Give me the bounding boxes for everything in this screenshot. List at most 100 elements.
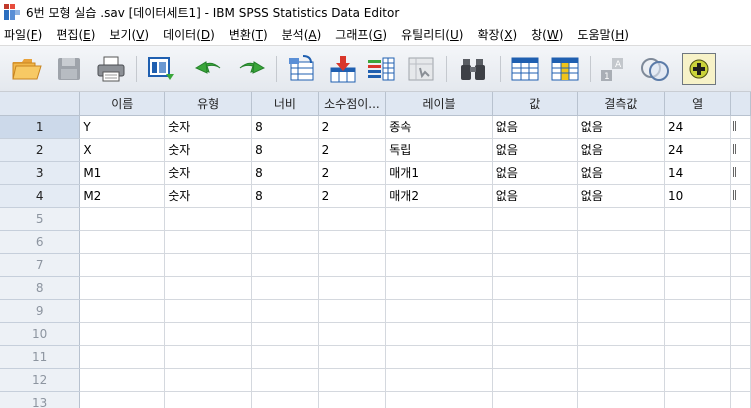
save-icon[interactable] xyxy=(52,53,86,85)
goto-variable-icon[interactable] xyxy=(326,53,360,85)
grid-cell[interactable] xyxy=(318,322,387,346)
grid-cell[interactable] xyxy=(492,391,578,408)
grid-cell[interactable] xyxy=(79,253,166,277)
grid-cell[interactable] xyxy=(385,299,493,323)
grid-cell[interactable] xyxy=(577,345,665,369)
grid-corner[interactable] xyxy=(0,92,81,116)
grid-cell[interactable] xyxy=(577,207,665,231)
row-number[interactable]: 3 xyxy=(0,161,81,185)
grid-cell[interactable] xyxy=(318,368,387,392)
grid-cell[interactable] xyxy=(251,230,319,254)
grid-cell[interactable]: Y xyxy=(79,115,166,139)
grid-cell[interactable] xyxy=(79,207,166,231)
grid-cell[interactable] xyxy=(577,368,665,392)
grid-cell[interactable] xyxy=(664,391,732,408)
grid-cell[interactable] xyxy=(385,368,493,392)
grid-cell[interactable] xyxy=(251,368,319,392)
grid-cell[interactable] xyxy=(79,345,166,369)
grid-cell[interactable]: 독립 xyxy=(385,138,493,162)
row-number[interactable]: 6 xyxy=(0,230,81,254)
grid-cell[interactable] xyxy=(318,391,387,408)
grid-cell[interactable]: 10 xyxy=(664,184,732,208)
grid-cell[interactable]: X xyxy=(79,138,166,162)
grid-cell[interactable]: 2 xyxy=(318,161,387,185)
column-header-overflow[interactable] xyxy=(730,92,751,116)
grid-cell[interactable] xyxy=(79,391,166,408)
grid-cell[interactable] xyxy=(164,345,253,369)
grid-cell-overflow[interactable] xyxy=(730,391,751,408)
grid-cell-overflow[interactable] xyxy=(730,299,751,323)
grid-cell[interactable] xyxy=(79,368,166,392)
grid-cell[interactable]: 숫자 xyxy=(164,115,253,139)
row-number[interactable]: 8 xyxy=(0,276,81,300)
grid-cell[interactable] xyxy=(164,253,253,277)
row-number[interactable]: 7 xyxy=(0,253,81,277)
menu-item-e[interactable]: 편집(E) xyxy=(56,26,103,43)
grid-cell[interactable] xyxy=(164,322,253,346)
grid-cell[interactable]: 숫자 xyxy=(164,138,253,162)
grid-cell[interactable] xyxy=(664,230,732,254)
grid-cell-overflow[interactable] xyxy=(730,276,751,300)
grid-cell-overflow[interactable] xyxy=(730,322,751,346)
column-header[interactable]: 너비 xyxy=(251,92,319,116)
grid-cell[interactable] xyxy=(385,322,493,346)
open-folder-icon[interactable] xyxy=(10,53,44,85)
undo-icon[interactable] xyxy=(192,53,226,85)
grid-cell[interactable]: 매개1 xyxy=(385,161,493,185)
grid-cell[interactable] xyxy=(664,299,732,323)
grid-cell[interactable] xyxy=(251,322,319,346)
row-number[interactable]: 13 xyxy=(0,391,81,408)
grid-cell[interactable] xyxy=(251,391,319,408)
grid-cell[interactable] xyxy=(664,368,732,392)
grid-cell[interactable]: M2 xyxy=(79,184,166,208)
grid-cell[interactable] xyxy=(492,368,578,392)
grid-cell[interactable]: 8 xyxy=(251,115,319,139)
grid-cell[interactable]: 숫자 xyxy=(164,161,253,185)
grid-cell-overflow[interactable] xyxy=(730,184,751,208)
grid-cell[interactable] xyxy=(577,276,665,300)
grid-cell[interactable] xyxy=(318,276,387,300)
grid-cell[interactable] xyxy=(385,391,493,408)
grid-cell[interactable] xyxy=(492,322,578,346)
redo-icon[interactable] xyxy=(234,53,268,85)
column-header[interactable]: 열 xyxy=(664,92,732,116)
run-descriptives-icon[interactable] xyxy=(404,53,438,85)
grid-cell-overflow[interactable] xyxy=(730,230,751,254)
grid-cell[interactable]: 8 xyxy=(251,161,319,185)
grid-cell[interactable] xyxy=(664,276,732,300)
grid-cell[interactable] xyxy=(79,299,166,323)
row-number[interactable]: 4 xyxy=(0,184,81,208)
grid-cell[interactable] xyxy=(385,253,493,277)
grid-cell[interactable]: 종속 xyxy=(385,115,493,139)
grid-cell-overflow[interactable] xyxy=(730,345,751,369)
menu-item-a[interactable]: 분석(A) xyxy=(282,26,330,43)
column-header[interactable]: 결측값 xyxy=(577,92,665,116)
menu-item-u[interactable]: 유틸리티(U) xyxy=(401,26,471,43)
row-number[interactable]: 1 xyxy=(0,115,81,139)
grid-cell[interactable]: 없음 xyxy=(577,161,665,185)
row-number[interactable]: 5 xyxy=(0,207,81,231)
menu-item-g[interactable]: 그래프(G) xyxy=(335,26,395,43)
grid-cell-overflow[interactable] xyxy=(730,115,751,139)
use-sets-icon[interactable] xyxy=(682,53,716,85)
grid-cell[interactable] xyxy=(492,230,578,254)
insert-variable-icon[interactable] xyxy=(548,53,582,85)
grid-cell[interactable]: 숫자 xyxy=(164,184,253,208)
grid-cell[interactable] xyxy=(385,345,493,369)
grid-cell[interactable]: 없음 xyxy=(492,138,578,162)
column-header[interactable]: 유형 xyxy=(164,92,253,116)
grid-cell-overflow[interactable] xyxy=(730,161,751,185)
grid-cell[interactable] xyxy=(492,299,578,323)
grid-cell[interactable]: 없음 xyxy=(577,115,665,139)
grid-cell-overflow[interactable] xyxy=(730,368,751,392)
row-number[interactable]: 12 xyxy=(0,368,81,392)
grid-cell[interactable] xyxy=(577,391,665,408)
grid-cell[interactable]: 없음 xyxy=(492,161,578,185)
grid-cell[interactable]: 2 xyxy=(318,138,387,162)
grid-cell[interactable] xyxy=(164,207,253,231)
split-file-icon[interactable]: 1 A xyxy=(596,53,630,85)
grid-cell[interactable]: 8 xyxy=(251,138,319,162)
row-number[interactable]: 9 xyxy=(0,299,81,323)
grid-cell[interactable]: 없음 xyxy=(492,184,578,208)
value-labels-icon[interactable] xyxy=(638,53,672,85)
